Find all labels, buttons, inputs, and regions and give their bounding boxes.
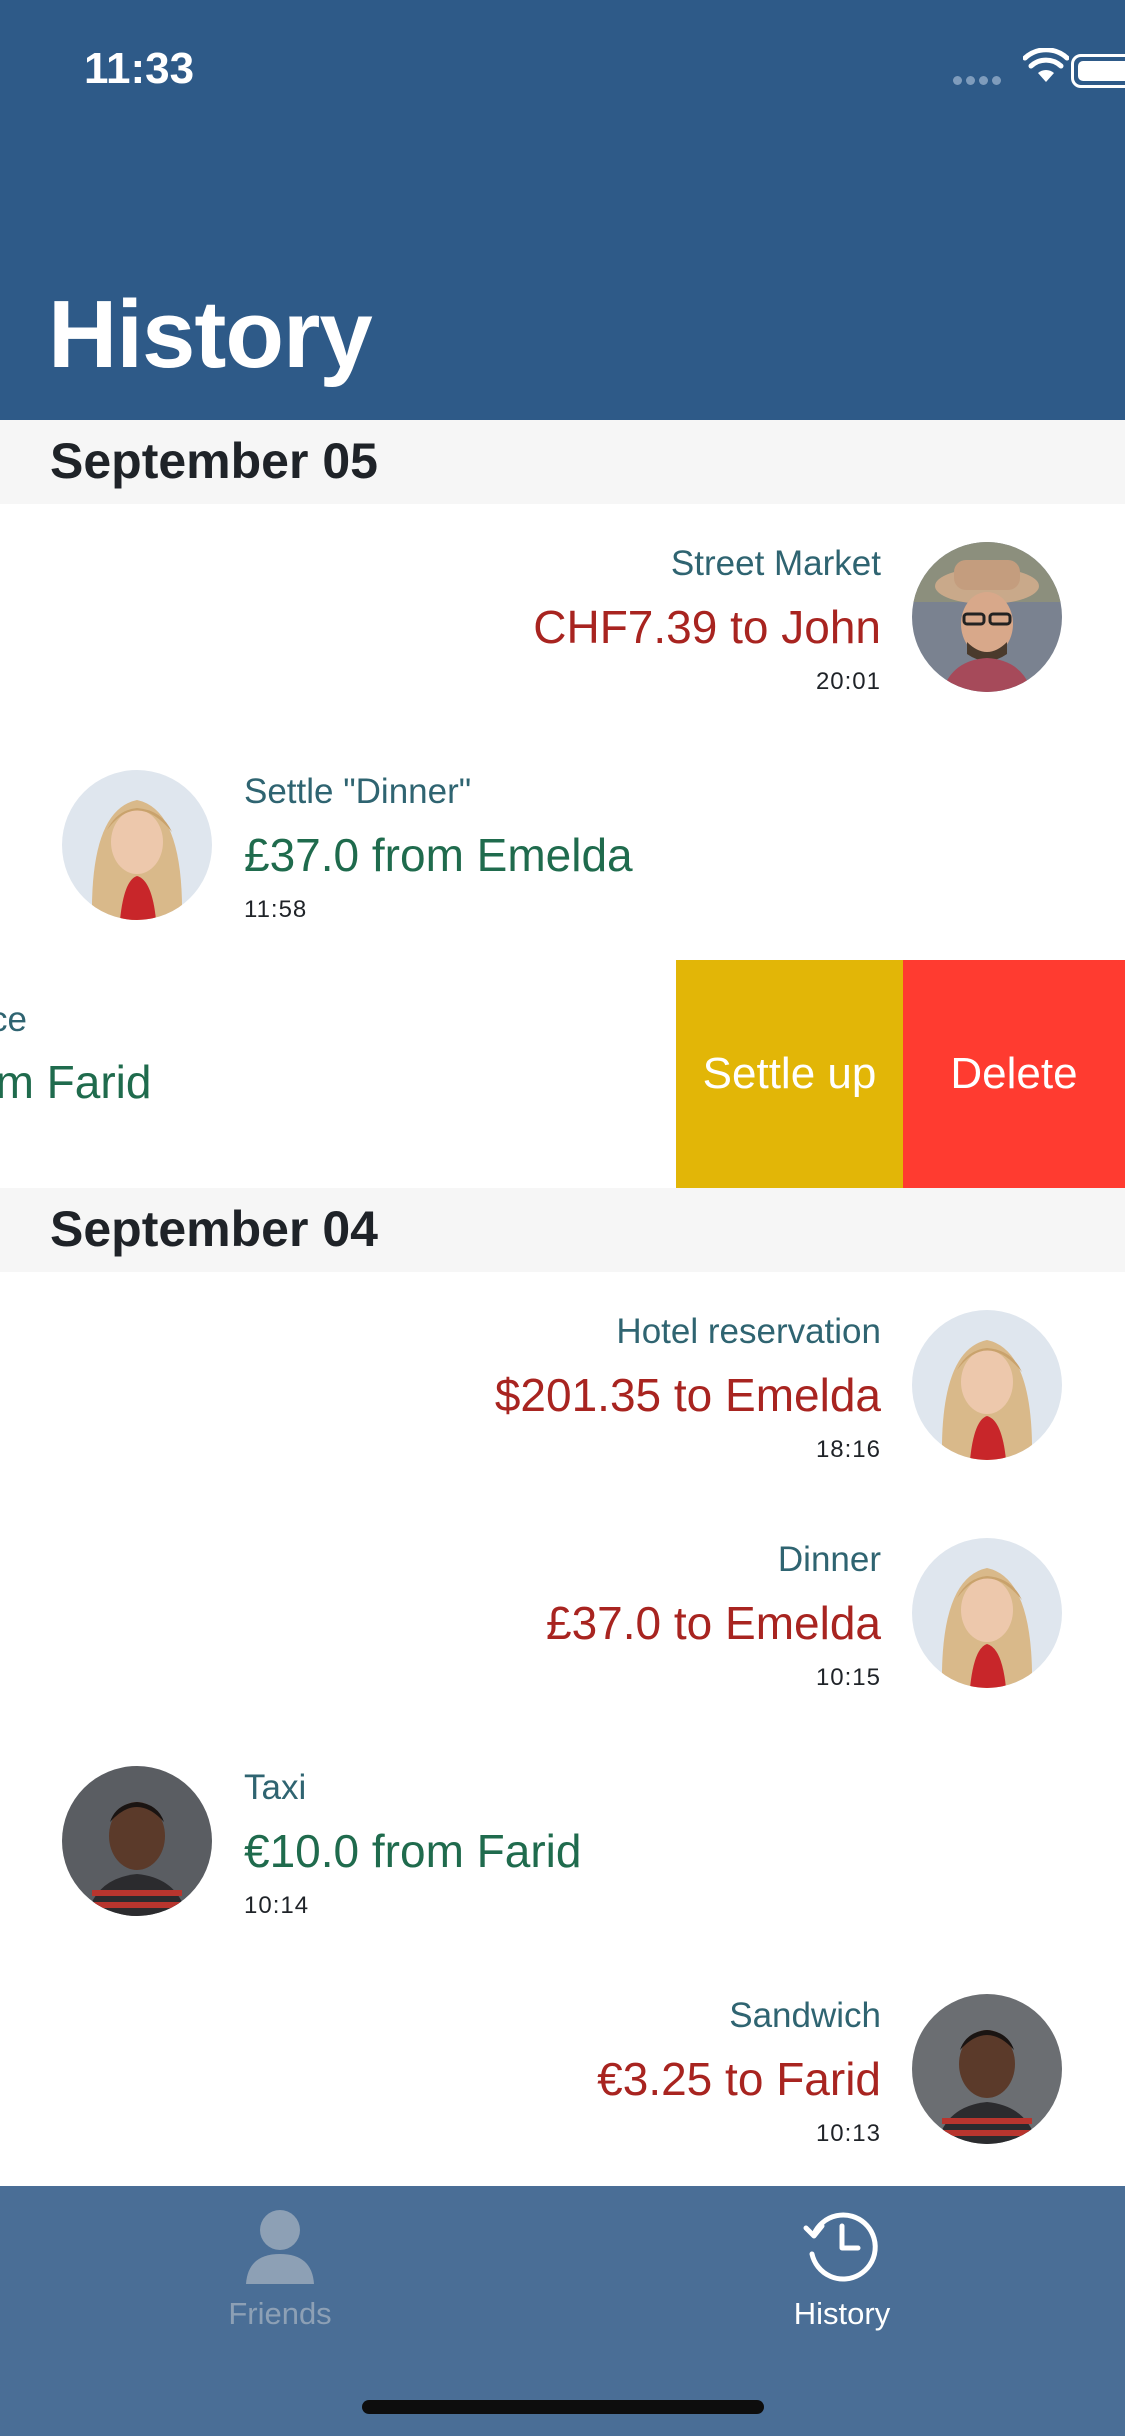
transaction-row[interactable]: Taxi €10.0 from Farid 10:14 (0, 1728, 1125, 1956)
avatar-farid (62, 1766, 212, 1916)
transaction-amount: $201.35 to Emelda (494, 1369, 881, 1421)
settle-up-button[interactable]: Settle up (676, 960, 903, 1188)
transaction-row[interactable]: Hotel reservation $201.35 to Emelda 18:1… (0, 1272, 1125, 1500)
section-header: September 05 (0, 420, 1125, 504)
transaction-title: Dinner (777, 1540, 881, 1579)
transaction-amount: CHF7.39 to John (533, 601, 881, 653)
history-clock-icon (803, 2212, 878, 2282)
tab-history-label: History (793, 2296, 891, 2331)
transaction-time: 10:14 (244, 1892, 310, 1919)
tab-friends-label: Friends (228, 2296, 332, 2331)
transaction-amount: om Farid (0, 1056, 152, 1108)
transaction-time: 20:01 (815, 668, 881, 695)
transaction-title: Sandwich (729, 1996, 881, 2035)
transaction-row[interactable]: Settle "Dinner" £37.0 from Emelda 11:58 (0, 732, 1125, 960)
transaction-time: 10:13 (815, 2120, 881, 2147)
avatar-emelda (912, 1310, 1062, 1460)
tab-history[interactable]: History (642, 2186, 1042, 2346)
section-header: September 04 (0, 1188, 1125, 1272)
person-icon (246, 2210, 314, 2284)
transaction-row-swiped[interactable]: ce om Farid Settle up Delete (0, 960, 1125, 1188)
tab-bar: Friends History (0, 2186, 1125, 2436)
transaction-title: Street Market (670, 544, 881, 583)
transaction-amount: €3.25 to Farid (597, 2053, 881, 2105)
avatar-emelda (912, 1538, 1062, 1688)
avatar-farid (912, 1994, 1062, 2144)
transaction-title: ce (0, 1000, 27, 1039)
avatar-john (912, 542, 1062, 692)
section-date: September 04 (50, 1201, 378, 1257)
battery-icon (1071, 54, 1125, 88)
home-indicator[interactable] (362, 2400, 764, 2414)
avatar-emelda (62, 770, 212, 920)
transaction-title: Settle "Dinner" (244, 772, 472, 811)
transaction-row[interactable]: Street Market CHF7.39 to John 20:01 (0, 504, 1125, 732)
delete-button[interactable]: Delete (903, 960, 1125, 1188)
status-time: 11:33 (84, 44, 195, 93)
signal-icon (953, 72, 1013, 85)
transaction-row[interactable]: Sandwich €3.25 to Farid 10:13 (0, 1956, 1125, 2186)
transaction-title: Hotel reservation (616, 1312, 881, 1351)
transaction-title: Taxi (244, 1768, 307, 1807)
page-title: History (48, 281, 373, 388)
section-date: September 05 (50, 433, 378, 489)
transaction-amount: £37.0 from Emelda (244, 829, 633, 881)
transaction-time: 10:15 (815, 1664, 881, 1691)
transaction-time: 11:58 (244, 896, 308, 923)
transaction-row[interactable]: Dinner £37.0 to Emelda 10:15 (0, 1500, 1125, 1728)
transaction-time: 18:16 (815, 1436, 881, 1463)
transaction-amount: £37.0 to Emelda (545, 1597, 881, 1649)
tab-friends[interactable]: Friends (80, 2186, 480, 2346)
navigation-header: 11:33 History (0, 0, 1125, 420)
transaction-amount: €10.0 from Farid (244, 1825, 582, 1877)
wifi-icon (1023, 48, 1069, 82)
